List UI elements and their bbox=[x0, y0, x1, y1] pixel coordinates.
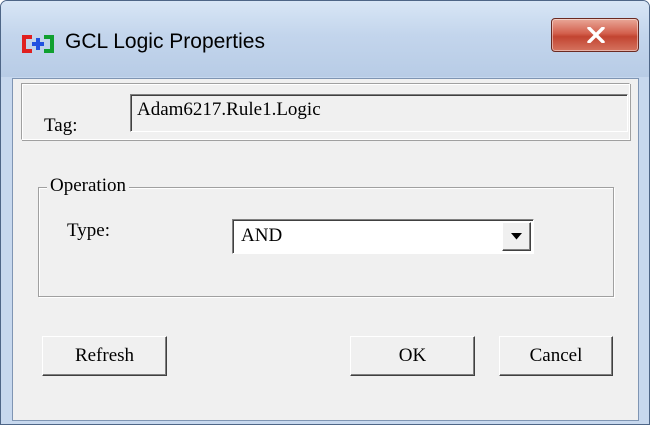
tag-field: Adam6217.Rule1.Logic bbox=[130, 94, 628, 132]
title-bar[interactable]: GCL Logic Properties bbox=[1, 1, 649, 77]
operation-group: Operation Type: AND bbox=[38, 175, 614, 297]
type-selected-value: AND bbox=[241, 225, 283, 246]
window-title: GCL Logic Properties bbox=[65, 30, 265, 53]
gcl-logic-icon bbox=[21, 33, 55, 55]
dialog-body: Tag: Adam6217.Rule1.Logic Operation Type… bbox=[12, 78, 639, 421]
chevron-down-icon bbox=[511, 233, 522, 240]
ok-button[interactable]: OK bbox=[350, 336, 475, 376]
close-x-icon bbox=[587, 27, 605, 43]
type-label: Type: bbox=[67, 220, 110, 241]
type-dropdown-button[interactable] bbox=[502, 222, 531, 251]
dialog-window: GCL Logic Properties Tag: Adam6217.Rule1… bbox=[0, 0, 650, 425]
tag-panel: Tag: Adam6217.Rule1.Logic bbox=[21, 83, 630, 140]
tag-label: Tag: bbox=[44, 115, 78, 136]
type-select[interactable]: AND bbox=[232, 219, 534, 254]
refresh-button[interactable]: Refresh bbox=[42, 336, 167, 376]
close-button[interactable] bbox=[551, 18, 639, 52]
cancel-button[interactable]: Cancel bbox=[499, 336, 613, 376]
operation-group-label: Operation bbox=[47, 175, 129, 197]
